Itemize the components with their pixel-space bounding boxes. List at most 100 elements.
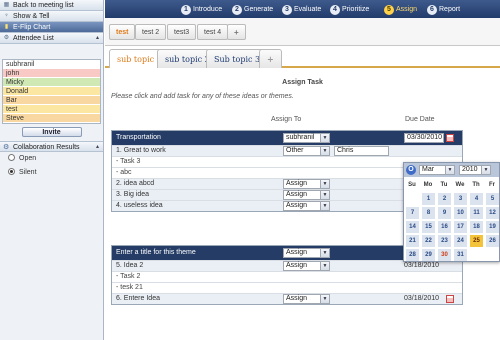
calendar-day[interactable]: 29	[422, 249, 435, 261]
assign-select[interactable]: Assign ▼	[283, 248, 330, 258]
due-date-input[interactable]: 03/30/2010	[404, 133, 444, 143]
idea-row: 1. Great to work Other ▼ Chris	[112, 145, 462, 156]
step-evaluate[interactable]: 3 Evaluate	[282, 4, 321, 15]
calendar-day[interactable]: 15	[422, 221, 435, 233]
calendar-day[interactable]: 22	[422, 235, 435, 247]
sub-topic-tabs: sub topic 1 sub topic 2 Sub topic 3 +	[105, 46, 500, 68]
chevron-down-icon: ▼	[320, 262, 329, 270]
step-label: Report	[439, 6, 461, 13]
assign-select[interactable]: Assign ▼	[283, 294, 330, 304]
calendar-day[interactable]: 5	[486, 193, 499, 205]
task-label: - tesk 21	[116, 284, 143, 291]
assign-select-value: Other	[286, 147, 304, 154]
instructions-text: Please click and add task for any of the…	[111, 93, 294, 100]
add-sub-topic-button[interactable]: +	[259, 49, 282, 68]
month-select-value: Mar	[422, 166, 435, 173]
idea-label: 4. useless idea	[116, 202, 163, 209]
month-select[interactable]: Mar ▼	[419, 165, 455, 175]
calendar-day[interactable]: 7	[406, 207, 419, 219]
attendee-item[interactable]: subhranil	[3, 60, 100, 69]
calendar-day[interactable]: 25	[470, 235, 483, 247]
calendar-day[interactable]: 23	[438, 235, 451, 247]
radio-silent[interactable]: Silent	[0, 166, 103, 180]
tab-topic[interactable]: test	[109, 24, 136, 40]
weekday-label: Fr	[489, 182, 495, 188]
radio-open[interactable]: Open	[0, 152, 103, 166]
calendar-day[interactable]: 28	[406, 249, 419, 261]
calendar-day[interactable]: 24	[454, 235, 467, 247]
calendar-day[interactable]: 11	[470, 207, 483, 219]
idea-label: 6. Entere Idea	[116, 295, 160, 302]
assign-select[interactable]: Assign ▼	[283, 179, 330, 189]
calendar-day[interactable]: 21	[406, 235, 419, 247]
chevron-down-icon: ▼	[320, 249, 329, 257]
calendar-icon[interactable]	[446, 295, 454, 303]
year-select[interactable]: 2010 ▼	[459, 165, 491, 175]
assign-select[interactable]: Assign ▼	[283, 261, 330, 271]
attendee-list-label: Attendee List	[13, 35, 54, 42]
attendee-list-header[interactable]: ⚙ Attendee List ▴	[0, 33, 103, 44]
other-assignee-input[interactable]: Chris	[334, 146, 389, 156]
attendee-item[interactable]: john	[3, 69, 100, 78]
chevron-down-icon: ▼	[320, 134, 329, 142]
assign-select[interactable]: Other ▼	[283, 146, 330, 156]
back-to-meeting-list-button[interactable]: ▦ Back to meeting list	[0, 0, 103, 11]
attendee-item[interactable]: Micky	[3, 78, 100, 87]
calendar-day[interactable]: 30	[438, 249, 451, 261]
collaboration-results-header[interactable]: ⚙ Collaboration Results ▴	[0, 141, 103, 152]
step-number: 4	[330, 5, 340, 15]
calendar-day[interactable]: 17	[454, 221, 467, 233]
theme-title: Transportation	[116, 134, 161, 141]
calendar-day[interactable]: 9	[438, 207, 451, 219]
radio-button[interactable]	[8, 168, 15, 175]
tab-topic[interactable]: test3	[167, 24, 197, 40]
tab-topic[interactable]: test 4	[197, 24, 229, 40]
radio-open-label: Open	[19, 155, 37, 162]
tab-topic[interactable]: test 2	[135, 24, 167, 40]
idea-label: 5. Idea 2	[116, 262, 144, 269]
e-flip-chart-button[interactable]: ▮ E-Flip Chart	[0, 22, 103, 33]
show-and-tell-button[interactable]: ♆ Show & Tell	[0, 11, 103, 22]
calendar-day[interactable]: 1	[422, 193, 435, 205]
task-row: - tesk 21	[112, 282, 462, 293]
step-report[interactable]: 6 Report	[427, 4, 460, 15]
calendar-day[interactable]: 31	[454, 249, 467, 261]
radio-button[interactable]	[8, 154, 15, 161]
due-date-text: 03/18/2010	[404, 295, 440, 302]
e-flip-chart-label: E-Flip Chart	[13, 24, 51, 31]
calendar-icon[interactable]	[446, 134, 454, 142]
previous-month-icon[interactable]: O	[406, 165, 416, 175]
step-prioritize[interactable]: 4 Prioritize	[330, 4, 369, 15]
invite-button[interactable]: Invite	[21, 127, 82, 137]
calendar-day[interactable]: 14	[406, 221, 419, 233]
weekday-label: Th	[472, 182, 480, 188]
assign-select[interactable]: Assign ▼	[283, 201, 330, 211]
calendar-day[interactable]: 2	[438, 193, 451, 205]
weekday-label: Tu	[440, 182, 448, 188]
calendar-day[interactable]: 16	[438, 221, 451, 233]
attendee-item[interactable]: Steve	[3, 114, 100, 123]
calendar-day[interactable]: 12	[486, 207, 499, 219]
calendar-day[interactable]: 8	[422, 207, 435, 219]
attendee-item[interactable]: Bar	[3, 96, 100, 105]
calendar-day[interactable]: 18	[470, 221, 483, 233]
assign-select-value: subhranil	[286, 134, 315, 141]
chevron-down-icon: ▼	[320, 191, 329, 199]
calendar-day[interactable]: 3	[454, 193, 467, 205]
calendar-day[interactable]: 19	[486, 221, 499, 233]
calendar-day[interactable]: 26	[486, 235, 499, 247]
step-label: Generate	[244, 6, 274, 13]
attendee-item[interactable]: test	[3, 105, 100, 114]
weekday-label: We	[455, 182, 465, 188]
assign-select[interactable]: Assign ▼	[283, 190, 330, 200]
step-generate[interactable]: 2 Generate	[232, 4, 273, 15]
add-topic-tab-button[interactable]: +	[227, 24, 246, 40]
step-assign[interactable]: 5 Assign	[384, 4, 417, 15]
collapse-icon[interactable]: ▴	[96, 33, 99, 44]
step-introduce[interactable]: 1 Introduce	[181, 4, 222, 15]
attendee-item[interactable]: Donald	[3, 87, 100, 96]
calendar-day[interactable]: 4	[470, 193, 483, 205]
assign-select[interactable]: subhranil ▼	[283, 133, 330, 143]
calendar-day[interactable]: 10	[454, 207, 467, 219]
chevron-down-icon: ▼	[320, 147, 329, 155]
